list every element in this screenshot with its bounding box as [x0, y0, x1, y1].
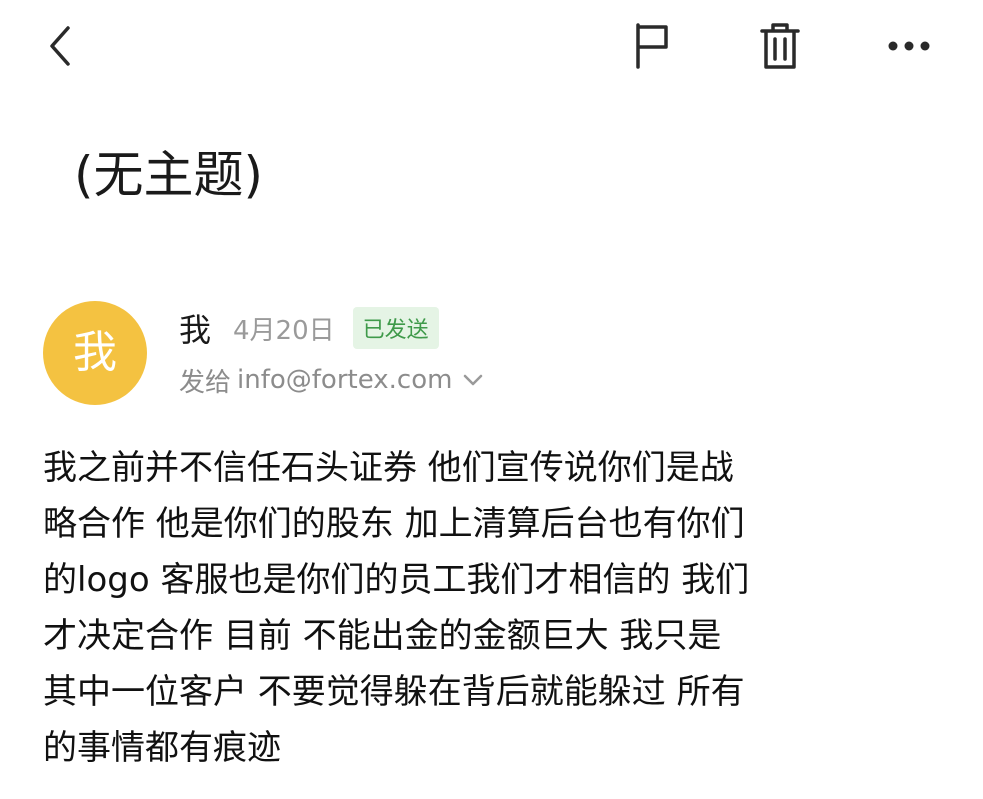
- more-options-button[interactable]: [877, 14, 941, 78]
- sender-row: 我 4月20日 已发送: [179, 305, 439, 351]
- body-line: 才决定合作 目前 不能出金的金额巨大 我只是: [43, 616, 722, 656]
- recipient-address: info@fortex.com: [237, 365, 453, 395]
- body-line: 的logo 客服也是你们的员工我们才相信的 我们: [43, 560, 750, 600]
- avatar[interactable]: 我: [43, 301, 147, 405]
- back-button[interactable]: [28, 14, 92, 78]
- body-line: 的事情都有痕迹: [43, 728, 281, 768]
- chevron-left-icon: [50, 26, 70, 66]
- trash-icon: [760, 23, 800, 69]
- delete-button[interactable]: [748, 14, 812, 78]
- avatar-text: 我: [73, 327, 117, 378]
- sender-name[interactable]: 我: [179, 305, 211, 351]
- sent-date: 4月20日: [233, 315, 335, 346]
- body-line: 我之前并不信任石头证券 他们宣传说你们是战: [43, 448, 734, 488]
- email-toolbar: [0, 0, 983, 95]
- chevron-down-icon[interactable]: [462, 373, 484, 387]
- status-badge: 已发送: [352, 307, 439, 349]
- recipient-row[interactable]: 发给 info@fortex.com: [179, 358, 484, 402]
- body-line: 略合作 他是你们的股东 加上清算后台也有你们: [43, 504, 745, 544]
- more-horizontal-icon: [888, 41, 930, 51]
- flag-button[interactable]: [620, 14, 684, 78]
- email-subject: (无主题): [74, 146, 264, 204]
- email-body: 我之前并不信任石头证券 他们宣传说你们是战 略合作 他是你们的股东 加上清算后台…: [43, 440, 943, 776]
- body-line: 其中一位客户 不要觉得躲在背后就能躲过 所有: [43, 672, 745, 712]
- flag-icon: [636, 23, 668, 69]
- recipient-prefix: 发给: [179, 367, 232, 398]
